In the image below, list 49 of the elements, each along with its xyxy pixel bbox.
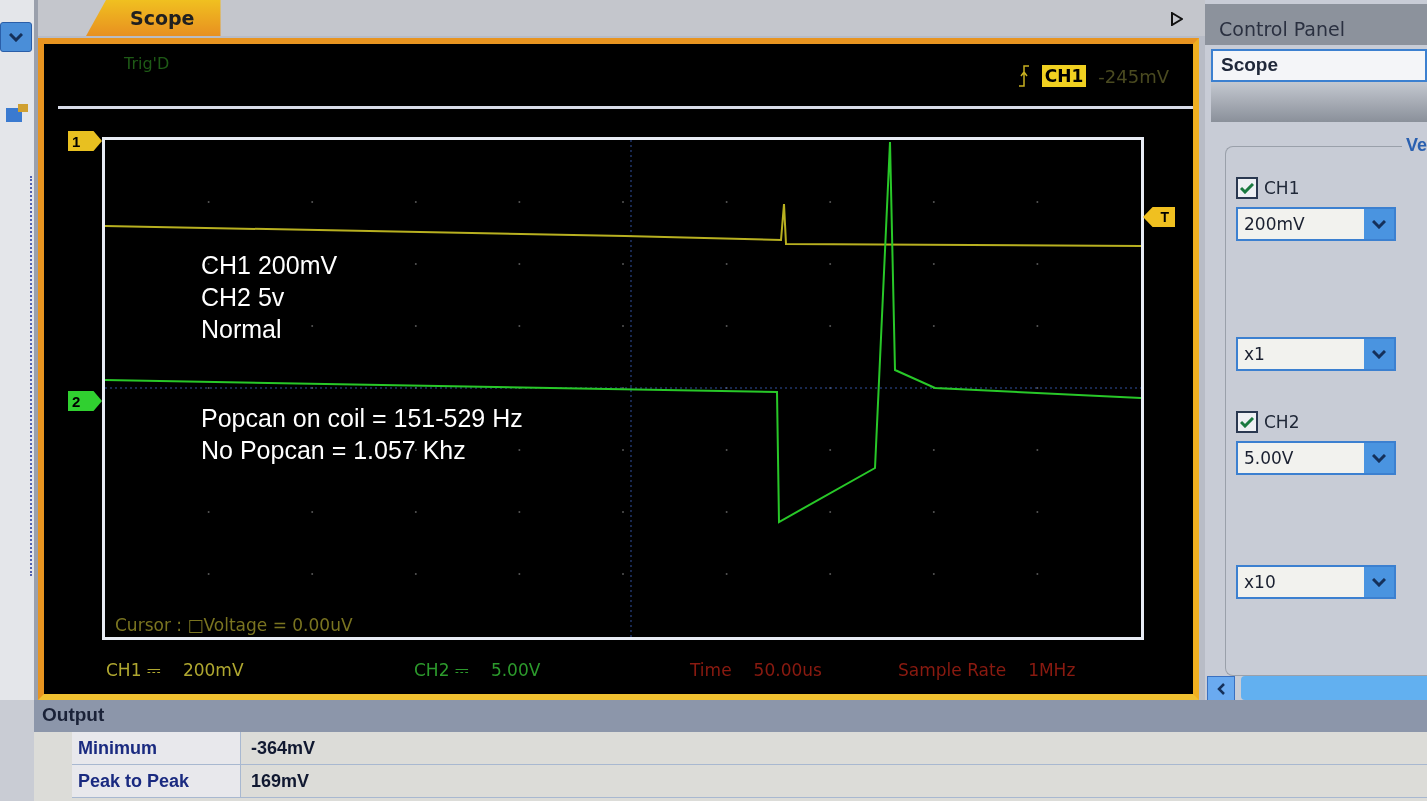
dropdown[interactable]: x10 — [1236, 565, 1396, 599]
play-icon[interactable] — [1171, 12, 1183, 26]
scroll-left-button[interactable] — [1207, 676, 1235, 702]
chevron-down-icon — [1372, 577, 1386, 587]
cursor-readout: Cursor : □Voltage = 0.00uV — [115, 615, 353, 635]
property-value: 169mV — [250, 770, 310, 792]
rising-edge-icon — [1017, 64, 1030, 88]
status-label: Sample Rate — [898, 660, 1007, 680]
status-label: CH2 ⎓ — [414, 660, 469, 680]
status-value: 50.00us — [753, 660, 822, 680]
dropdown[interactable]: 5.00V — [1236, 441, 1396, 475]
channel-marker[interactable]: 2 — [68, 391, 102, 411]
checkbox[interactable] — [1236, 411, 1258, 433]
property-name: Peak to Peak — [72, 765, 241, 797]
check-icon — [1240, 416, 1254, 428]
checkbox[interactable] — [1236, 177, 1258, 199]
chevron-down-icon — [1372, 219, 1386, 229]
channel-marker[interactable]: 1 — [68, 131, 102, 151]
checkbox-label: CH1 — [1264, 178, 1300, 198]
checkbox-label: CH2 — [1264, 412, 1300, 432]
dropdown[interactable]: x1 — [1236, 337, 1396, 371]
dropdown[interactable]: 200mV — [1236, 207, 1396, 241]
scrollbar-thumb[interactable] — [1241, 676, 1427, 700]
chevron-left-icon — [1217, 683, 1225, 695]
annotation-line: Popcan on coil = 151-529 Hz — [201, 403, 523, 435]
section-field[interactable]: Scope — [1211, 48, 1427, 82]
trigger-marker[interactable]: T — [1143, 207, 1175, 227]
annotation-line: No Popcan = 1.057 Khz — [201, 435, 467, 466]
panel-title: Control Panel — [1205, 4, 1427, 45]
chevron-down-icon — [1372, 349, 1386, 359]
status-value: 5.00V — [490, 660, 541, 680]
status-label: Time — [690, 660, 732, 680]
annotation-line: Normal — [201, 313, 283, 345]
chevron-down-icon — [9, 32, 23, 42]
dropdown-button[interactable] — [0, 22, 32, 52]
chevron-down-icon — [1372, 453, 1386, 463]
property-value: -364mV — [250, 737, 316, 759]
trigger-level: -245mV — [1098, 65, 1169, 87]
trigger-status: Trig'D — [124, 54, 170, 73]
tab[interactable]: Scope — [86, 0, 221, 36]
property-name: Minimum — [72, 732, 241, 764]
annotation-line: CH1 200mV — [201, 250, 339, 281]
status-value: 1MHz — [1028, 660, 1076, 680]
output-title: Output — [34, 700, 1427, 732]
check-icon — [1240, 182, 1254, 194]
status-label: CH1 ⎓ — [106, 660, 161, 680]
status-value: 200mV — [182, 660, 244, 680]
trigger-channel: CH1 — [1041, 65, 1087, 87]
annotation-line: CH2 5v — [201, 281, 286, 313]
